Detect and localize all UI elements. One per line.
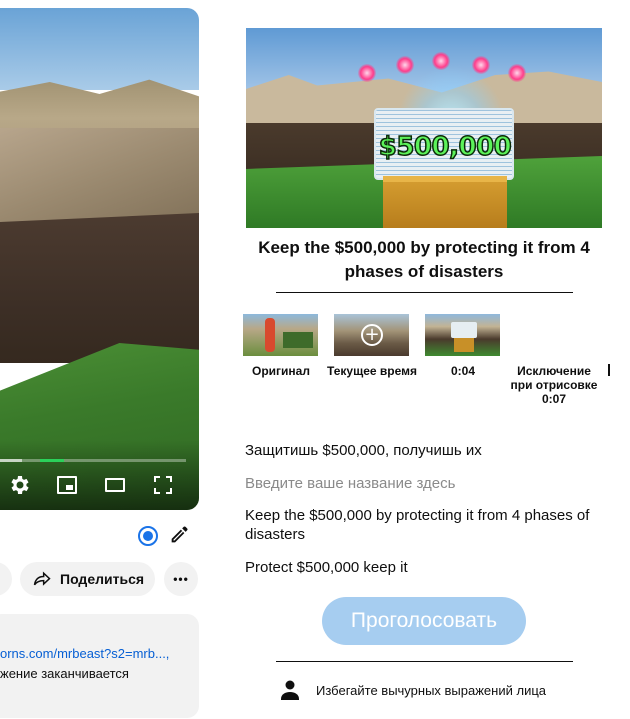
share-button[interactable]: Поделиться xyxy=(20,562,155,596)
frame-label: 0:04 xyxy=(450,364,476,378)
description-box[interactable]: orns.com/mrbeast?s2=mrb..., жение заканч… xyxy=(0,614,199,718)
vote-label: Проголосовать xyxy=(350,609,498,632)
title-option-1[interactable]: Защитишь $500,000, получишь их xyxy=(245,441,605,460)
title-option-3[interactable]: Protect $500,000 keep it xyxy=(245,558,605,577)
add-icon: + xyxy=(361,324,383,346)
video-frame xyxy=(0,8,199,510)
person-icon xyxy=(281,680,299,700)
chapter-marker xyxy=(40,459,64,462)
thumbnail-price: $500,000 xyxy=(378,131,513,163)
hint-row: Избегайте вычурных выражений лица xyxy=(278,678,546,702)
frame-thumbnail xyxy=(243,314,318,356)
frame-option-0-07[interactable]: Исключение при отрисовке 0:07 xyxy=(511,314,598,406)
fullscreen-icon[interactable] xyxy=(150,472,176,498)
title-option-2[interactable]: Keep the $500,000 by protecting it from … xyxy=(245,506,595,544)
custom-title-input[interactable]: Введите ваше название здесь xyxy=(245,474,605,493)
progress-fill xyxy=(0,459,23,462)
frame-label: Исключение при отрисовке 0:07 xyxy=(510,364,598,406)
frame-option-current[interactable]: + Текущее время xyxy=(327,314,417,378)
frame-option-0-04[interactable]: 0:04 xyxy=(425,314,500,378)
video-player[interactable] xyxy=(0,8,199,510)
like-button-partial[interactable] xyxy=(0,562,12,596)
thumbnail-image: $500,000 xyxy=(246,28,602,228)
frame-options: Оригинал + Текущее время 0:04 Исключение… xyxy=(242,314,630,424)
frame-option-original[interactable]: Оригинал xyxy=(243,314,318,378)
pedestal xyxy=(383,176,507,228)
pencil-icon[interactable] xyxy=(168,524,192,548)
description-link[interactable]: orns.com/mrbeast?s2=mrb..., xyxy=(0,644,199,664)
more-icon: ••• xyxy=(173,572,189,586)
frame-label: Оригинал xyxy=(252,364,310,378)
divider-bottom xyxy=(276,661,573,662)
frame-label: Текущее время xyxy=(327,364,417,378)
more-actions-button[interactable]: ••• xyxy=(164,562,198,596)
settings-icon[interactable] xyxy=(6,472,32,498)
miniplayer-icon[interactable] xyxy=(54,472,80,498)
progress-bar[interactable] xyxy=(0,459,186,462)
share-icon xyxy=(33,571,51,586)
divider-top xyxy=(276,292,573,293)
next-frame-partial xyxy=(608,364,610,376)
vote-button[interactable]: Проголосовать xyxy=(322,597,526,645)
radio-icon[interactable] xyxy=(138,526,158,546)
thumbnail-title: Keep the $500,000 by protecting it from … xyxy=(258,238,590,281)
theater-mode-icon[interactable] xyxy=(102,472,128,498)
page: Поделиться ••• orns.com/mrbeast?s2=mrb..… xyxy=(0,0,630,719)
description-text: жение заканчивается xyxy=(0,666,129,681)
frame-thumbnail: + xyxy=(334,314,409,356)
hint-text: Избегайте вычурных выражений лица xyxy=(316,682,547,698)
share-label: Поделиться xyxy=(60,571,145,587)
owner-tools-row xyxy=(0,520,199,552)
frame-thumbnail-empty xyxy=(516,314,591,356)
frame-thumbnail xyxy=(425,314,500,356)
